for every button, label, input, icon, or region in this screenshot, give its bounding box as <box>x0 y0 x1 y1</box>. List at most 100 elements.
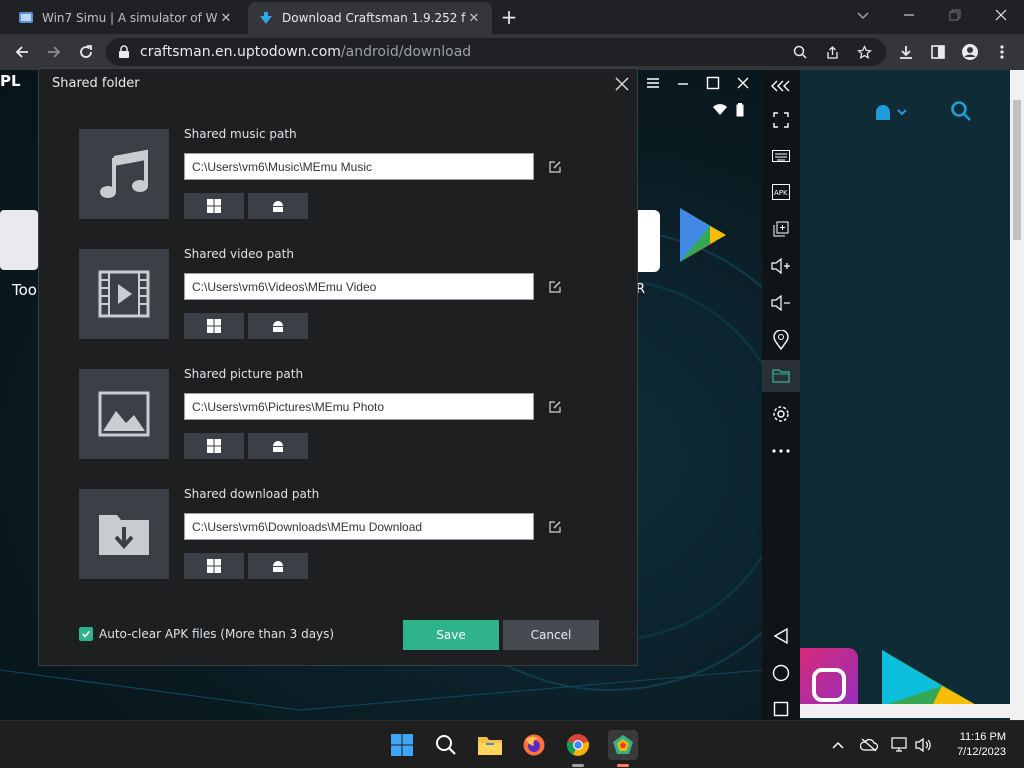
settings-gear-icon[interactable] <box>769 402 793 426</box>
tray-overflow-chevron-icon[interactable] <box>828 735 848 755</box>
forward-arrow-icon[interactable] <box>40 38 68 66</box>
start-windows-icon[interactable] <box>388 731 416 759</box>
tab-win7-simu[interactable]: Win7 Simu | A simulator of Wind ✕ <box>8 2 244 34</box>
emu-minimize-icon[interactable] <box>676 76 690 96</box>
play-store-icon[interactable] <box>676 206 730 268</box>
save-button[interactable]: Save <box>403 620 499 650</box>
download-path-field[interactable]: C:\Users\vm6\Downloads\MEmu Download <box>184 513 534 540</box>
edit-icon[interactable] <box>548 519 562 533</box>
checkmark-icon <box>81 630 91 638</box>
page-vertical-scrollbar[interactable] <box>1010 70 1024 720</box>
close-window-button[interactable] <box>978 0 1024 30</box>
multi-instance-icon[interactable] <box>769 217 793 241</box>
new-tab-button[interactable]: + <box>498 6 520 28</box>
tools-label-fragment: Tool <box>12 281 42 299</box>
share-icon[interactable] <box>824 44 840 60</box>
open-in-android-button[interactable] <box>248 193 308 219</box>
address-bar[interactable]: craftsman.en.uptodown.com/android/downlo… <box>106 38 886 66</box>
page-horizontal-scrollbar[interactable] <box>800 704 1010 718</box>
edit-icon[interactable] <box>548 159 562 173</box>
network-monitor-icon[interactable] <box>890 735 910 755</box>
bookmark-star-icon[interactable] <box>856 44 872 60</box>
android-logo-icon <box>273 321 283 332</box>
chrome-app-tile-fragment[interactable] <box>636 210 660 272</box>
chrome-icon[interactable] <box>564 731 592 759</box>
instagram-app-icon[interactable] <box>800 648 858 708</box>
music-path-field[interactable]: C:\Users\vm6\Music\MEmu Music <box>184 153 534 180</box>
more-menu-icon[interactable] <box>988 38 1016 66</box>
shared-folder-icon[interactable] <box>762 360 800 392</box>
system-clock[interactable]: 11:16 PM 7/12/2023 <box>944 730 1006 760</box>
picture-path-field[interactable]: C:\Users\vm6\Pictures\MEmu Photo <box>184 393 534 420</box>
open-in-android-button[interactable] <box>248 313 308 339</box>
video-path-field[interactable]: C:\Users\vm6\Videos\MEmu Video <box>184 273 534 300</box>
open-in-windows-button[interactable] <box>184 193 244 219</box>
open-in-windows-button[interactable] <box>184 313 244 339</box>
restore-window-button[interactable] <box>932 0 978 30</box>
cloud-sync-icon[interactable] <box>859 735 879 755</box>
battery-icon <box>736 103 744 123</box>
close-tab-icon[interactable]: ✕ <box>218 11 234 26</box>
tab-title: Win7 Simu | A simulator of Wind <box>42 11 218 25</box>
open-in-windows-button[interactable] <box>184 433 244 459</box>
site-search-icon[interactable] <box>950 100 972 126</box>
memu-running-indicator <box>617 764 629 767</box>
open-in-android-button[interactable] <box>248 433 308 459</box>
app-logo-fragment: PL <box>0 72 21 90</box>
keyboard-icon[interactable] <box>769 144 793 168</box>
open-in-android-button[interactable] <box>248 553 308 579</box>
auto-clear-checkbox[interactable] <box>79 627 93 641</box>
profile-avatar-icon[interactable] <box>956 38 984 66</box>
location-pin-icon[interactable] <box>769 328 793 352</box>
android-recents-icon[interactable] <box>769 697 793 720</box>
volume-up-icon[interactable] <box>769 254 793 278</box>
reload-icon[interactable] <box>72 38 100 66</box>
taskbar-search-icon[interactable] <box>432 731 460 759</box>
close-icon[interactable] <box>613 75 631 93</box>
collapse-sidebar-icon[interactable] <box>769 74 793 98</box>
win7-simu-favicon-icon <box>18 10 34 26</box>
download-path-label: Shared download path <box>184 487 320 501</box>
film-icon <box>79 249 169 339</box>
image-icon <box>79 369 169 459</box>
tab-search-chevron-icon[interactable] <box>840 0 886 30</box>
firefox-icon[interactable] <box>520 731 548 759</box>
emu-close-icon[interactable] <box>736 76 750 96</box>
windows-logo-icon <box>207 199 221 213</box>
edit-icon[interactable] <box>548 279 562 293</box>
close-tab-icon[interactable]: ✕ <box>466 11 482 26</box>
downloads-icon[interactable] <box>892 38 920 66</box>
auto-clear-apk-option[interactable]: Auto-clear APK files (More than 3 days) <box>79 627 334 641</box>
open-in-windows-button[interactable] <box>184 553 244 579</box>
url-path: /android/download <box>340 44 472 60</box>
shared-folder-dialog: Shared folder Shared music path C:\Users… <box>38 68 638 666</box>
volume-down-icon[interactable] <box>769 291 793 315</box>
minimize-window-button[interactable] <box>886 0 932 30</box>
windows-taskbar: 11:16 PM 7/12/2023 <box>0 720 1024 768</box>
tab-craftsman-download[interactable]: Download Craftsman 1.9.252 for ✕ <box>248 2 492 34</box>
memu-app-icon[interactable] <box>608 730 638 760</box>
back-arrow-icon[interactable] <box>8 38 36 66</box>
scrollbar-thumb[interactable] <box>1013 100 1021 240</box>
fullscreen-icon[interactable] <box>769 108 793 132</box>
play-store-app-icon[interactable] <box>882 650 978 710</box>
edit-icon[interactable] <box>548 399 562 413</box>
picture-path-label: Shared picture path <box>184 367 304 381</box>
shared-music-section: Shared music path C:\Users\vm6\Music\MEm… <box>79 127 599 221</box>
android-home-icon[interactable] <box>769 661 793 685</box>
file-explorer-icon[interactable] <box>476 731 504 759</box>
android-back-icon[interactable] <box>769 624 793 648</box>
emu-maximize-icon[interactable] <box>706 76 720 96</box>
more-options-icon[interactable] <box>769 439 793 463</box>
app-folder-fragment <box>0 210 38 270</box>
side-panel-icon[interactable] <box>924 38 952 66</box>
chrome-running-indicator <box>572 764 584 767</box>
lock-icon[interactable] <box>118 45 130 59</box>
volume-icon[interactable] <box>914 735 934 755</box>
android-icon[interactable] <box>874 102 910 126</box>
emu-menu-icon[interactable] <box>646 76 660 96</box>
browser-toolbar: craftsman.en.uptodown.com/android/downlo… <box>0 34 1024 70</box>
cancel-button[interactable]: Cancel <box>503 620 599 650</box>
search-icon[interactable] <box>792 44 808 60</box>
apk-install-icon[interactable]: APK <box>769 180 793 204</box>
